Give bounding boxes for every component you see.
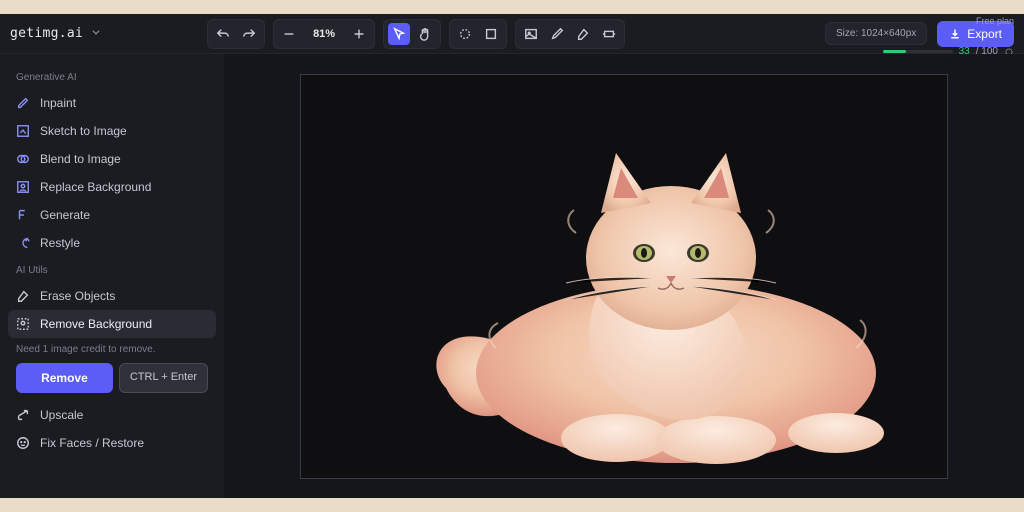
sidebar-item-upscale[interactable]: Upscale <box>8 401 216 429</box>
sidebar-item-label: Remove Background <box>40 317 152 331</box>
app-logo[interactable]: getimg.ai <box>10 26 101 41</box>
blend-icon <box>16 152 30 166</box>
section-ai-utils: AI Utils <box>8 257 216 282</box>
app-frame: Free plan getimg.ai 81% <box>0 14 1024 498</box>
download-icon <box>949 28 961 40</box>
sidebar-item-label: Restyle <box>40 236 80 250</box>
sidebar-item-label: Erase Objects <box>40 289 115 303</box>
erase-icon <box>16 289 30 303</box>
sidebar-item-label: Generate <box>40 208 90 222</box>
plan-label: Free plan <box>976 16 1014 26</box>
remove-button[interactable]: Remove <box>16 363 113 393</box>
sidebar-item-label: Blend to Image <box>40 152 121 166</box>
remove-bg-icon <box>16 317 30 331</box>
face-icon <box>16 436 30 450</box>
app-name: getimg.ai <box>10 26 83 41</box>
crop-tool[interactable] <box>480 23 502 45</box>
nav-tool-group <box>383 19 441 49</box>
restyle-icon <box>16 236 30 250</box>
sidebar-item-label: Upscale <box>40 408 83 422</box>
section-generative-ai: Generative AI <box>8 64 216 89</box>
sidebar: Generative AI Inpaint Sketch to Image Bl… <box>0 54 224 498</box>
upscale-icon <box>16 408 30 422</box>
credits-bar <box>883 50 953 53</box>
app-body: Generative AI Inpaint Sketch to Image Bl… <box>0 54 1024 498</box>
canvas-size-chip[interactable]: Size: 1024×640px <box>825 22 927 45</box>
chevron-down-icon <box>91 26 101 41</box>
sidebar-item-label: Fix Faces / Restore <box>40 436 144 450</box>
sidebar-item-restyle[interactable]: Restyle <box>8 229 216 257</box>
history-group <box>207 19 265 49</box>
canvas-area[interactable] <box>224 54 1024 498</box>
generate-icon <box>16 208 30 222</box>
zoom-out-button[interactable] <box>278 23 300 45</box>
top-toolbar: getimg.ai 81% <box>0 14 1024 54</box>
select-tool-group <box>449 19 507 49</box>
expand-tool[interactable] <box>598 23 620 45</box>
sidebar-item-blend[interactable]: Blend to Image <box>8 145 216 173</box>
zoom-in-button[interactable] <box>348 23 370 45</box>
sidebar-item-inpaint[interactable]: Inpaint <box>8 89 216 117</box>
zoom-level: 81% <box>304 28 344 40</box>
sidebar-item-remove-bg[interactable]: Remove Background <box>8 310 216 338</box>
redo-button[interactable] <box>238 23 260 45</box>
hand-tool[interactable] <box>414 23 436 45</box>
brush-tool[interactable] <box>546 23 568 45</box>
inpaint-icon <box>16 96 30 110</box>
sidebar-item-replace-bg[interactable]: Replace Background <box>8 173 216 201</box>
sketch-icon <box>16 124 30 138</box>
eraser-tool[interactable] <box>572 23 594 45</box>
export-label: Export <box>967 27 1002 41</box>
sidebar-item-label: Inpaint <box>40 96 76 110</box>
edit-tool-group <box>515 19 625 49</box>
sidebar-item-erase[interactable]: Erase Objects <box>8 282 216 310</box>
undo-button[interactable] <box>212 23 234 45</box>
zoom-group: 81% <box>273 19 375 49</box>
replace-bg-icon <box>16 180 30 194</box>
center-tool-cluster: 81% <box>207 19 625 49</box>
artboard[interactable] <box>300 74 948 479</box>
sidebar-item-label: Replace Background <box>40 180 151 194</box>
remove-bg-panel: Need 1 image credit to remove. Remove CT… <box>8 338 216 401</box>
sidebar-item-fix-faces[interactable]: Fix Faces / Restore <box>8 429 216 457</box>
sidebar-item-label: Sketch to Image <box>40 124 127 138</box>
artboard-content <box>301 75 947 478</box>
credit-hint: Need 1 image credit to remove. <box>16 340 208 363</box>
sidebar-item-sketch[interactable]: Sketch to Image <box>8 117 216 145</box>
sidebar-item-generate[interactable]: Generate <box>8 201 216 229</box>
pointer-tool[interactable] <box>388 23 410 45</box>
image-tool[interactable] <box>520 23 542 45</box>
shortcut-chip: CTRL + Enter <box>119 363 208 393</box>
subject-cat-image <box>416 138 896 477</box>
marquee-tool[interactable] <box>454 23 476 45</box>
